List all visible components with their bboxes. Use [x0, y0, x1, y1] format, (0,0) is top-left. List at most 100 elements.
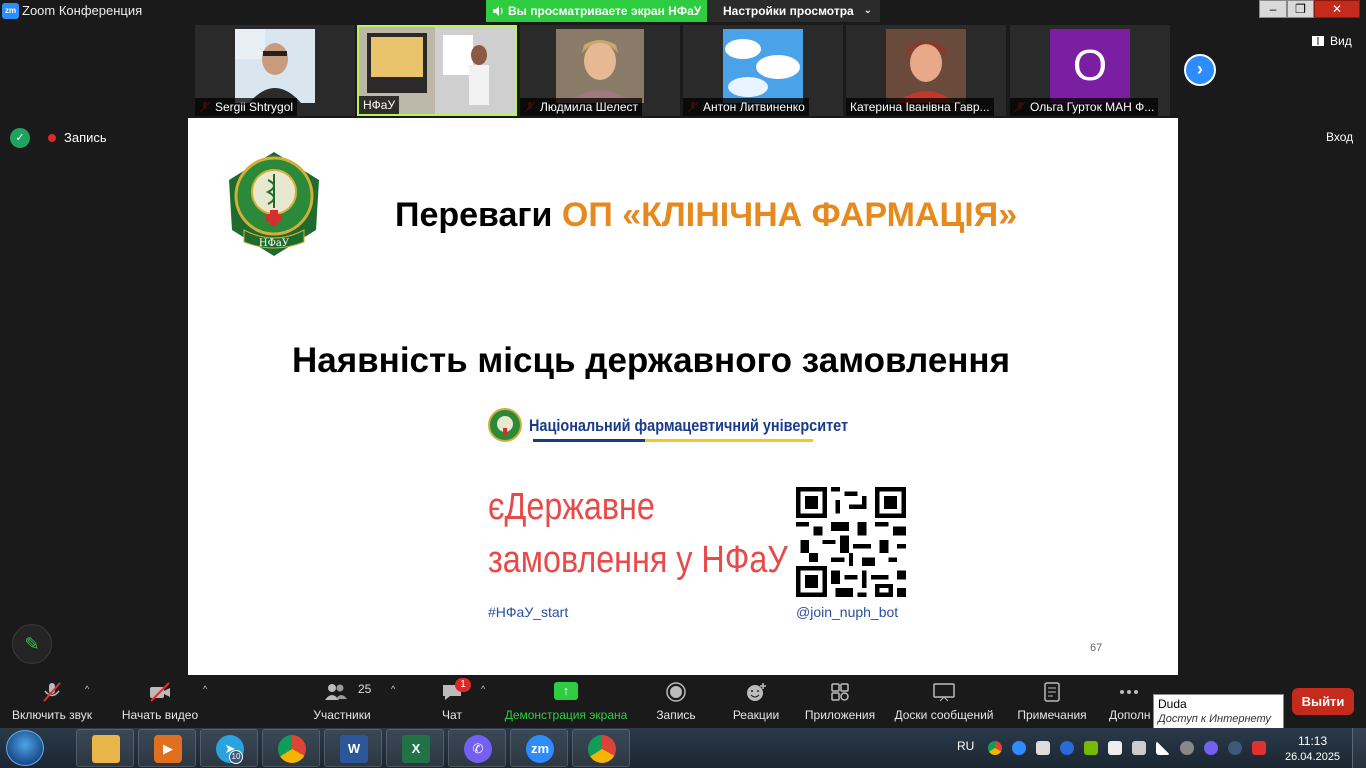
slide-page-number: 67	[1090, 642, 1103, 654]
tooltip-subtitle: Доступ к Интернету	[1158, 713, 1271, 725]
chevron-up-icon[interactable]: ^	[481, 684, 485, 694]
volume-icon[interactable]	[1132, 741, 1146, 755]
keyboard-language[interactable]: RU	[957, 739, 974, 753]
notes-button[interactable]: Примечания	[1012, 676, 1092, 728]
university-seal-logo: НФаУ	[229, 152, 319, 256]
view-settings-label: Настройки просмотра	[723, 4, 854, 18]
zoom-tray-icon[interactable]	[1012, 741, 1026, 755]
participant-tile-active-speaker[interactable]: НФаУ	[357, 25, 517, 116]
record-label: Запись	[656, 708, 696, 722]
more-button[interactable]: Дополн	[1104, 676, 1154, 728]
leave-meeting-button[interactable]: Выйти	[1292, 688, 1354, 715]
record-icon	[666, 682, 686, 702]
show-desktop-button[interactable]	[1352, 728, 1366, 768]
speaker-muted-icon[interactable]	[1252, 741, 1266, 755]
minimize-button[interactable]: ‒	[1259, 0, 1287, 18]
more-dots-icon	[1120, 690, 1138, 694]
reactions-button[interactable]: Реакции	[726, 676, 786, 728]
meeting-toolbar: Включить звук ^ Начать видео ^ Участники…	[0, 676, 1366, 730]
chat-label: Чат	[442, 708, 462, 722]
qr-code	[796, 487, 906, 597]
windows-taskbar: ▶ ➤ 10 W X ✆ zm RU 11:13 26.04.2025	[0, 728, 1366, 768]
taskbar-viber[interactable]: ✆	[448, 729, 506, 767]
participant-video	[556, 29, 644, 103]
taskbar-word[interactable]: W	[324, 729, 382, 767]
taskbar-chrome[interactable]	[262, 729, 320, 767]
network-tooltip: Duda Доступ к Интернету	[1153, 694, 1284, 730]
whiteboards-label: Доски сообщений	[894, 708, 994, 722]
view-label: Вид	[1330, 34, 1352, 48]
zoom-icon: zm	[526, 735, 554, 763]
chevron-up-icon[interactable]: ^	[203, 684, 207, 694]
chevron-up-icon[interactable]: ^	[391, 684, 395, 694]
apps-button[interactable]: Приложения	[800, 676, 880, 728]
status-tray-icon[interactable]	[1180, 741, 1194, 755]
chevron-up-icon[interactable]: ^	[85, 684, 89, 694]
participant-tile[interactable]: Катерина Іванівна Гавр...	[846, 25, 1006, 116]
action-center-flag-icon[interactable]	[1108, 741, 1122, 755]
telegram-unread-badge: 10	[229, 750, 243, 764]
taskbar-excel[interactable]: X	[386, 729, 444, 767]
viber-tray-icon[interactable]	[1204, 741, 1218, 755]
taskbar-media-player[interactable]: ▶	[138, 729, 196, 767]
zoom-app-icon: zm	[2, 3, 19, 19]
participant-name: Sergii Shtrygol	[195, 98, 298, 116]
windows-start-button[interactable]	[6, 730, 44, 766]
share-screen-button[interactable]: ↑ Демонстрация экрана	[502, 676, 630, 728]
view-settings-button[interactable]: Настройки просмотра ⌄	[707, 0, 880, 22]
device-tray-icon[interactable]	[1036, 741, 1050, 755]
video-off-icon	[150, 682, 170, 702]
media-player-icon: ▶	[154, 735, 182, 763]
slide-heading-highlight: ОП «КЛІНІЧНА ФАРМАЦІЯ»	[561, 196, 1018, 234]
participant-tile[interactable]: Антон Литвиненко	[683, 25, 843, 116]
participant-name: Ольга Гурток МАН Ф...	[1010, 98, 1159, 116]
slide-heading: Переваги ОП «КЛІНІЧНА ФАРМАЦІЯ»	[395, 196, 1017, 235]
window-titlebar: zm Zoom Конференция Вы просматриваете эк…	[0, 0, 1366, 22]
taskbar-zoom[interactable]: zm	[510, 729, 568, 767]
notes-label: Примечания	[1017, 708, 1087, 722]
chat-unread-badge: 1	[455, 678, 471, 692]
participant-video	[886, 29, 966, 103]
start-video-button[interactable]: Начать видео	[114, 676, 206, 728]
promo-line-1: єДержавне	[488, 486, 655, 528]
exit-fullscreen-button[interactable]: Вход	[1326, 130, 1353, 144]
university-logo-icon	[488, 408, 522, 442]
participant-tile[interactable]: O Ольга Гурток МАН Ф...	[1010, 25, 1170, 116]
participant-tile[interactable]: Sergii Shtrygol	[195, 25, 355, 116]
nvidia-icon[interactable]	[1084, 741, 1098, 755]
chevron-right-icon[interactable]: ›	[1184, 54, 1216, 86]
excel-icon: X	[402, 735, 430, 763]
whiteboards-button[interactable]: Доски сообщений	[890, 676, 998, 728]
taskbar-file-explorer[interactable]	[76, 729, 134, 767]
view-button[interactable]: Вид	[1312, 34, 1352, 48]
chat-button[interactable]: Чат	[424, 676, 480, 728]
folder-icon	[92, 735, 120, 763]
telegram-tray-icon[interactable]	[1228, 741, 1242, 755]
participant-avatar-letter: O	[1050, 29, 1130, 103]
clock-time[interactable]: 11:13	[1298, 734, 1327, 748]
chrome-tray-icon[interactable]	[988, 741, 1002, 755]
share-screen-label: Демонстрация экрана	[504, 708, 628, 722]
telegram-bot-handle: @join_nuph_bot	[796, 604, 899, 620]
maximize-button[interactable]: ❐	[1287, 0, 1314, 18]
record-button[interactable]: Запись	[648, 676, 704, 728]
slide-heading-prefix: Переваги	[395, 196, 562, 234]
bluetooth-icon[interactable]	[1060, 741, 1074, 755]
annotate-pencil-icon[interactable]: ✎	[12, 624, 52, 664]
participant-name: НФаУ	[359, 96, 400, 114]
screen-sharing-banner: Вы просматриваете экран НФаУ	[486, 0, 707, 22]
screen-sharing-label: Вы просматриваете экран НФаУ	[508, 4, 702, 18]
taskbar-telegram[interactable]: ➤ 10	[200, 729, 258, 767]
tooltip-title: Duda	[1158, 697, 1187, 711]
whiteboard-icon	[933, 683, 955, 702]
recording-label[interactable]: Запись	[64, 130, 107, 145]
reactions-label: Реакции	[732, 708, 780, 722]
security-shield-icon[interactable]: ✓	[10, 128, 30, 148]
close-button[interactable]: ✕	[1314, 0, 1360, 18]
participant-tile[interactable]: Людмила Шелест	[520, 25, 680, 116]
taskbar-chrome-profile[interactable]	[572, 729, 630, 767]
participant-name: Антон Литвиненко	[683, 98, 809, 116]
network-signal-icon[interactable]	[1156, 741, 1170, 755]
clock-date[interactable]: 26.04.2025	[1285, 751, 1340, 763]
university-name-underline	[533, 439, 813, 442]
